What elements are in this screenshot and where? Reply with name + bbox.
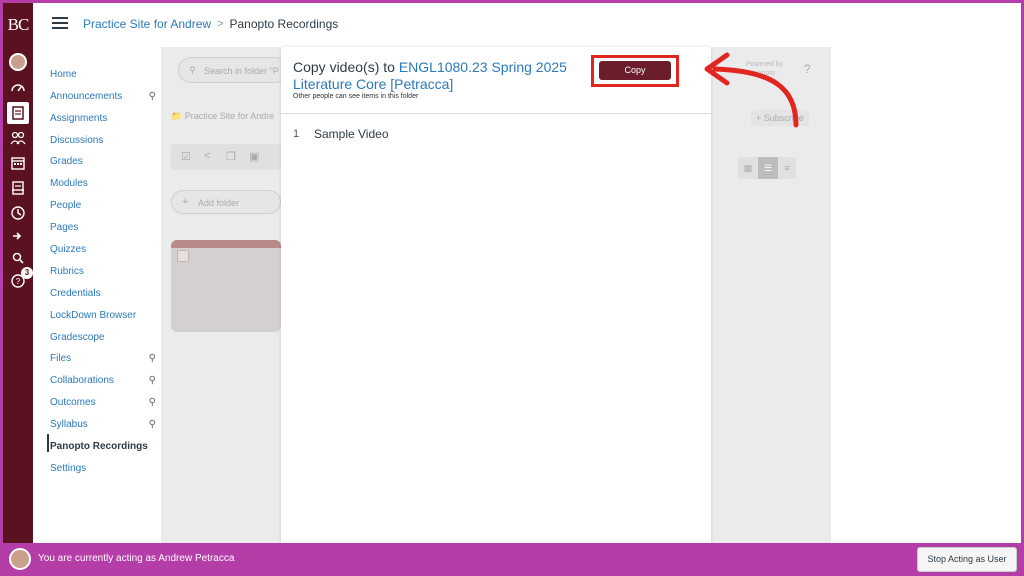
dialog-divider bbox=[281, 113, 711, 114]
inbox-icon[interactable] bbox=[7, 177, 29, 199]
course-nav-syllabus[interactable]: Syllabus ⚲ bbox=[50, 418, 158, 432]
menu-toggle-icon[interactable] bbox=[52, 17, 68, 29]
video-row-number: 1 bbox=[293, 128, 300, 140]
active-indicator bbox=[47, 434, 49, 452]
history-icon[interactable] bbox=[7, 202, 29, 224]
course-nav-collaborations[interactable]: Collaborations ⚲ bbox=[50, 374, 158, 388]
course-nav-settings[interactable]: Settings bbox=[50, 462, 158, 476]
copy-video-dialog: Copy video(s) to ENGL1080.23 Spring 2025… bbox=[281, 47, 711, 543]
course-nav-gradescope[interactable]: Gradescope bbox=[50, 331, 158, 345]
course-nav-label: Files bbox=[50, 353, 72, 364]
video-row-title: Sample Video bbox=[314, 127, 389, 141]
folder-icon: 📁 bbox=[171, 111, 183, 121]
page-header: Practice Site for Andrew > Panopto Recor… bbox=[33, 3, 1021, 47]
course-nav-label: Collaborations bbox=[50, 375, 114, 386]
acting-as-user-bar: You are currently acting as Andrew Petra… bbox=[0, 543, 1024, 576]
copy-button[interactable]: Copy bbox=[599, 61, 671, 80]
search-placeholder: Search in folder "P bbox=[204, 66, 279, 76]
canvas-window: BC ? 3 Practice Site for Andrew > Panopt… bbox=[3, 3, 1021, 543]
course-nav-assignments[interactable]: Assignments bbox=[50, 112, 158, 126]
hidden-eye-icon: ⚲ bbox=[148, 419, 156, 430]
breadcrumb-current: Panopto Recordings bbox=[229, 17, 339, 31]
folder-breadcrumb: 📁 Practice Site for Andre bbox=[171, 111, 274, 122]
select-all-checkbox-icon[interactable]: ☑ bbox=[181, 150, 191, 163]
grid-view-icon[interactable]: ▦ bbox=[738, 157, 758, 179]
breadcrumb-course-link[interactable]: Practice Site for Andrew bbox=[83, 17, 211, 31]
bulk-action-toolbar: ☑ < ❐ ▣ bbox=[171, 144, 281, 170]
stop-acting-button[interactable]: Stop Acting as User bbox=[917, 547, 1017, 572]
acting-as-message: You are currently acting as Andrew Petra… bbox=[38, 553, 235, 564]
detail-view-icon[interactable]: ☰ bbox=[758, 157, 778, 179]
course-nav-grades[interactable]: Grades bbox=[50, 155, 158, 169]
course-nav-credentials[interactable]: Credentials bbox=[50, 287, 158, 301]
copy-icon[interactable]: ❐ bbox=[226, 150, 236, 163]
dashboard-icon[interactable] bbox=[7, 77, 29, 99]
svg-text:?: ? bbox=[16, 277, 21, 286]
add-folder-label: Add folder bbox=[198, 198, 240, 208]
course-nav-quizzes[interactable]: Quizzes bbox=[50, 243, 158, 257]
breadcrumb-chevron-icon: > bbox=[217, 18, 224, 30]
account-avatar-icon[interactable] bbox=[7, 51, 29, 73]
help-notification-badge: 3 bbox=[21, 267, 33, 279]
course-nav-label: Announcements bbox=[50, 91, 123, 102]
hidden-eye-icon: ⚲ bbox=[148, 353, 156, 364]
calendar-icon[interactable] bbox=[7, 152, 29, 174]
dialog-title-prefix: Copy video(s) to bbox=[293, 59, 395, 75]
course-nav-modules[interactable]: Modules bbox=[50, 177, 158, 191]
groups-icon[interactable] bbox=[7, 127, 29, 149]
hidden-eye-icon: ⚲ bbox=[148, 91, 156, 102]
hidden-eye-icon: ⚲ bbox=[148, 397, 156, 408]
user-avatar bbox=[9, 548, 31, 570]
breadcrumb: Practice Site for Andrew > Panopto Recor… bbox=[83, 17, 338, 31]
add-folder-button[interactable]: + Add folder bbox=[171, 190, 281, 214]
thumbnail-checkbox-icon[interactable] bbox=[177, 250, 189, 262]
course-nav-pages[interactable]: Pages bbox=[50, 221, 158, 235]
course-nav-rubrics[interactable]: Rubrics bbox=[50, 265, 158, 279]
courses-icon[interactable] bbox=[7, 102, 29, 124]
plus-icon: + bbox=[182, 196, 189, 208]
course-nav-panopto-recordings[interactable]: Panopto Recordings bbox=[50, 440, 158, 454]
course-nav-label: Outcomes bbox=[50, 397, 96, 408]
app-frame: BC ? 3 Practice Site for Andrew > Panopt… bbox=[0, 0, 1024, 576]
course-nav-outcomes[interactable]: Outcomes ⚲ bbox=[50, 396, 158, 410]
view-toggle-group: ▦ ☰ ≡ bbox=[738, 157, 796, 179]
course-nav-files[interactable]: Files ⚲ bbox=[50, 352, 158, 366]
visibility-note: Other people can see items in this folde… bbox=[293, 93, 419, 100]
course-nav-lockdown-browser[interactable]: LockDown Browser bbox=[50, 309, 158, 323]
video-thumbnail[interactable] bbox=[171, 240, 281, 332]
studio-icon[interactable] bbox=[7, 225, 29, 247]
list-view-icon[interactable]: ≡ bbox=[778, 157, 796, 179]
course-nav-home[interactable]: Home bbox=[50, 68, 158, 82]
course-nav-people[interactable]: People bbox=[50, 199, 158, 213]
search-icon: ⚲ bbox=[189, 65, 196, 75]
institution-logo[interactable]: BC bbox=[3, 3, 33, 35]
share-icon[interactable]: < bbox=[204, 150, 210, 162]
annotation-arrow-icon bbox=[704, 52, 799, 128]
course-nav-discussions[interactable]: Discussions bbox=[50, 134, 158, 148]
course-nav-label: Syllabus bbox=[50, 419, 88, 430]
folder-breadcrumb-text: Practice Site for Andre bbox=[184, 111, 275, 121]
right-whitespace bbox=[831, 47, 1021, 543]
global-nav: BC ? 3 bbox=[3, 3, 33, 543]
hidden-eye-icon: ⚲ bbox=[148, 375, 156, 386]
course-nav-announcements[interactable]: Announcements ⚲ bbox=[50, 90, 158, 104]
search-tool-icon[interactable] bbox=[7, 247, 29, 269]
move-icon[interactable]: ▣ bbox=[249, 150, 259, 163]
folder-search-input[interactable]: ⚲ Search in folder "P bbox=[178, 57, 288, 83]
dialog-title: Copy video(s) to ENGL1080.23 Spring 2025… bbox=[293, 59, 593, 93]
course-nav: Home Announcements ⚲ Assignments Discussi… bbox=[33, 47, 161, 543]
